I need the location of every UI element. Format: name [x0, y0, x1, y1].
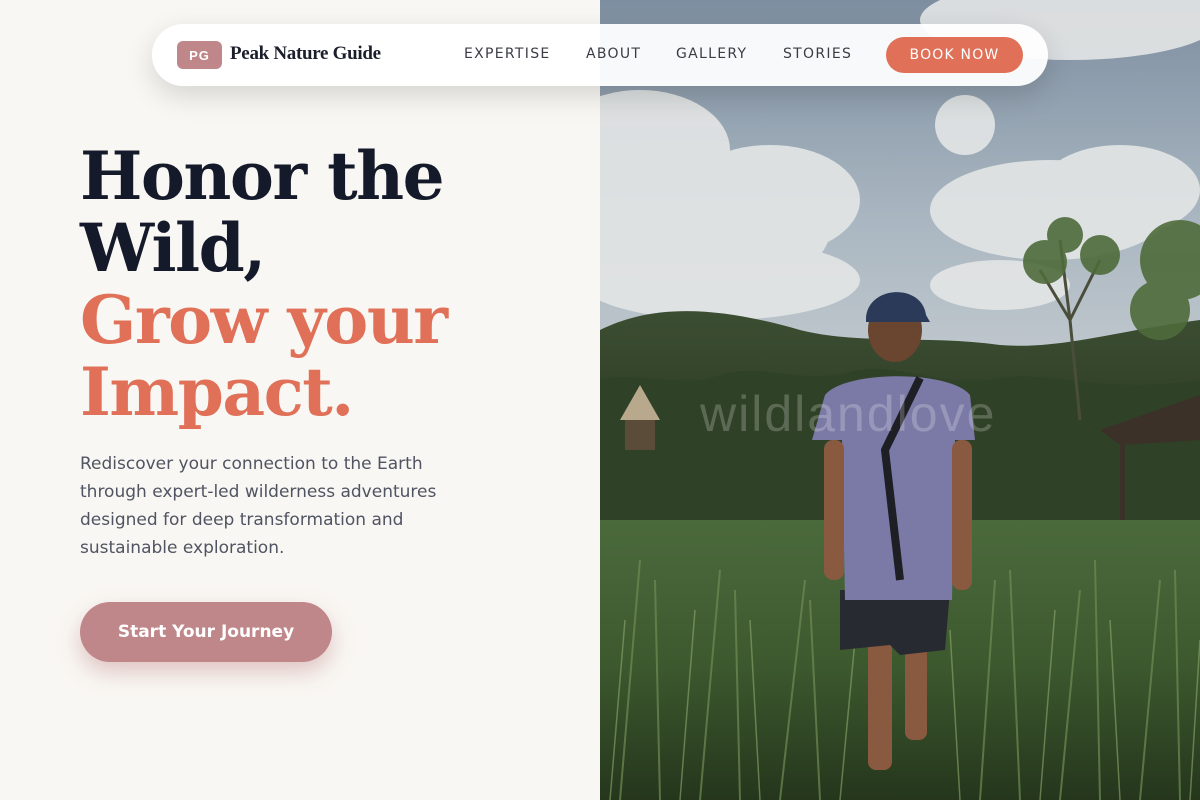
- start-journey-button[interactable]: Start Your Journey: [80, 602, 332, 662]
- book-now-button[interactable]: BOOK NOW: [886, 37, 1023, 73]
- hero-headline: Honor the Wild, Grow your Impact.: [80, 137, 448, 431]
- logo-badge[interactable]: PG: [177, 41, 222, 69]
- headline-line-4: Impact.: [80, 353, 354, 431]
- headline-line-2: Wild,: [80, 209, 266, 287]
- hero-subtitle: Rediscover your connection to the Earth …: [80, 454, 437, 558]
- nav-link-expertise[interactable]: EXPERTISE: [464, 46, 551, 62]
- nav-link-about[interactable]: ABOUT: [586, 46, 641, 62]
- photo-watermark: wildlandlove: [700, 386, 997, 442]
- headline-line-1: Honor the: [80, 137, 445, 215]
- nav-link-stories[interactable]: STORIES: [783, 46, 852, 62]
- headline-line-3: Grow your: [80, 281, 448, 359]
- brand-name[interactable]: Peak Nature Guide: [230, 43, 381, 65]
- top-navigation: PG Peak Nature Guide EXPERTISE ABOUT GAL…: [152, 24, 1048, 86]
- nav-link-gallery[interactable]: GALLERY: [676, 46, 747, 62]
